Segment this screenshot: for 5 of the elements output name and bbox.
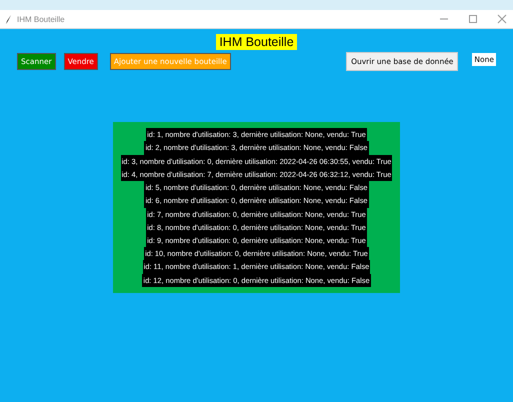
maximize-icon[interactable] [468, 14, 478, 24]
feather-icon [6, 14, 12, 24]
app-heading: IHM Bouteille [216, 34, 297, 50]
close-icon[interactable] [497, 14, 507, 24]
window-title: IHM Bouteille [17, 14, 66, 24]
